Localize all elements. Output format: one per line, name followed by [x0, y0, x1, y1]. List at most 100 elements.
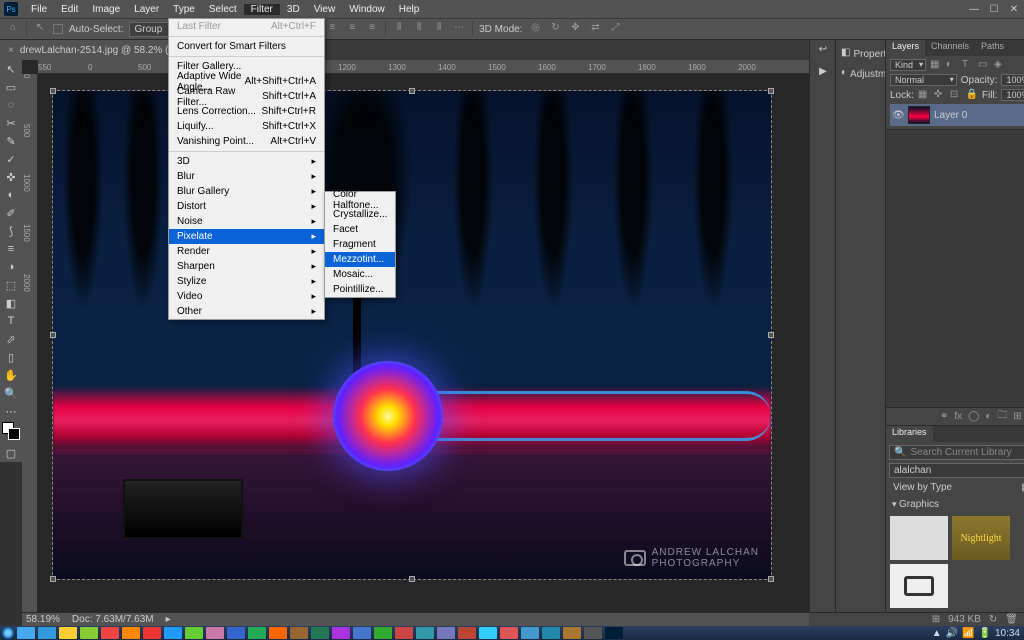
- taskbar-app[interactable]: [311, 627, 329, 639]
- doc-close-icon[interactable]: ×: [8, 45, 14, 56]
- tool-stamp[interactable]: ◐: [0, 186, 22, 204]
- taskbar-app[interactable]: [269, 627, 287, 639]
- tool-lasso[interactable]: ◌: [0, 96, 22, 114]
- pixelate-color-halftone[interactable]: Color Halftone...: [325, 192, 395, 207]
- transform-handle[interactable]: [768, 332, 774, 338]
- opacity-value[interactable]: 100%: [1001, 74, 1024, 86]
- taskbar-app[interactable]: [584, 627, 602, 639]
- taskbar-app[interactable]: [80, 627, 98, 639]
- menu-image[interactable]: Image: [85, 4, 127, 15]
- transform-handle[interactable]: [768, 576, 774, 582]
- filter-sub-sharpen[interactable]: Sharpen: [169, 259, 324, 274]
- taskbar-app[interactable]: [542, 627, 560, 639]
- distribute-icon-3[interactable]: ⦀: [432, 22, 446, 36]
- tool-crop[interactable]: ✂: [0, 114, 22, 132]
- tool-eraser[interactable]: ⟆: [0, 222, 22, 240]
- tray-icon[interactable]: 🔋: [979, 628, 991, 639]
- tool-brush[interactable]: ✜: [0, 168, 22, 186]
- filter-type-icon[interactable]: T: [962, 59, 974, 71]
- taskbar-app[interactable]: [374, 627, 392, 639]
- taskbar-app[interactable]: [353, 627, 371, 639]
- taskbar-app[interactable]: [563, 627, 581, 639]
- taskbar-app[interactable]: [59, 627, 77, 639]
- adjustment-layer-icon[interactable]: ◐: [985, 411, 991, 422]
- auto-select-checkbox[interactable]: [53, 24, 63, 34]
- taskbar-app[interactable]: [332, 627, 350, 639]
- taskbar-app[interactable]: [521, 627, 539, 639]
- taskbar-app[interactable]: [479, 627, 497, 639]
- link-layers-icon[interactable]: ⚭: [940, 411, 948, 422]
- visibility-icon[interactable]: 👁: [892, 110, 904, 121]
- tray-icon[interactable]: 📶: [962, 628, 974, 639]
- taskbar-app[interactable]: [38, 627, 56, 639]
- transform-handle[interactable]: [409, 576, 415, 582]
- taskbar-app[interactable]: [185, 627, 203, 639]
- quickmask-icon[interactable]: ▢: [0, 444, 22, 462]
- system-tray[interactable]: ▲ 🔊 📶 🔋 10:34: [932, 628, 1024, 639]
- filter-sub-pixelate[interactable]: Pixelate: [169, 229, 324, 244]
- menu-type[interactable]: Type: [166, 4, 202, 15]
- add-asset-icon[interactable]: ⊞: [932, 614, 940, 625]
- taskbar-app[interactable]: [101, 627, 119, 639]
- layer-thumbnail[interactable]: [908, 106, 930, 124]
- mask-icon[interactable]: ◯: [968, 411, 979, 422]
- zoom-value[interactable]: 58.19%: [26, 614, 60, 625]
- tray-icon[interactable]: ▲: [932, 628, 942, 639]
- lock-artboard-icon[interactable]: ⊡: [950, 89, 962, 101]
- canvas[interactable]: ANDREW LALCHANPHOTOGRAPHY: [52, 90, 772, 580]
- tool-gradient[interactable]: ≡: [0, 240, 22, 258]
- 3d-zoom-icon[interactable]: ⤢: [608, 22, 622, 36]
- library-group[interactable]: ▾ Graphics: [886, 497, 1024, 512]
- tray-icon[interactable]: 🔊: [946, 628, 958, 639]
- filter-adjust-icon[interactable]: ◐: [946, 59, 958, 71]
- menu-filter[interactable]: Filter: [244, 4, 280, 15]
- app-close[interactable]: ✕: [1004, 4, 1024, 15]
- taskbar-photoshop[interactable]: [605, 627, 623, 639]
- taskbar-app[interactable]: [227, 627, 245, 639]
- filter-sub-stylize[interactable]: Stylize: [169, 274, 324, 289]
- fx-icon[interactable]: fx: [954, 411, 962, 422]
- filter-smart[interactable]: Convert for Smart Filters: [169, 39, 324, 54]
- layer-row[interactable]: 👁 Layer 0: [890, 104, 1024, 126]
- tool-history[interactable]: ✐: [0, 204, 22, 222]
- filter-lens[interactable]: Lens Correction...Shift+Ctrl+R: [169, 104, 324, 119]
- filter-sub-3d[interactable]: 3D: [169, 154, 324, 169]
- tool-blur[interactable]: ◑: [0, 258, 22, 276]
- library-asset[interactable]: [890, 564, 948, 608]
- tool-heal[interactable]: ✓: [0, 150, 22, 168]
- filter-craw[interactable]: Camera Raw Filter...Shift+Ctrl+A: [169, 89, 324, 104]
- doc-size[interactable]: Doc: 7.63M/7.63M: [72, 614, 154, 625]
- transform-handle[interactable]: [50, 576, 56, 582]
- menu-file[interactable]: File: [24, 4, 54, 15]
- filter-vanishing[interactable]: Vanishing Point...Alt+Ctrl+V: [169, 134, 324, 149]
- menu-3d[interactable]: 3D: [280, 4, 307, 15]
- tab-layers[interactable]: Layers: [886, 40, 925, 56]
- taskbar-app[interactable]: [290, 627, 308, 639]
- tool-path[interactable]: ⬀: [0, 330, 22, 348]
- new-layer-icon[interactable]: ⊞: [1013, 411, 1021, 422]
- properties-panel-tab[interactable]: ◧Properties: [836, 44, 885, 64]
- fg-bg-colors[interactable]: [0, 420, 22, 444]
- group-icon[interactable]: 🗀: [997, 408, 1007, 425]
- menu-edit[interactable]: Edit: [54, 4, 85, 15]
- home-icon[interactable]: ⌂: [6, 22, 20, 36]
- taskbar-app[interactable]: [248, 627, 266, 639]
- menu-help[interactable]: Help: [392, 4, 427, 15]
- filter-smart-icon[interactable]: ◈: [994, 59, 1006, 71]
- library-search[interactable]: 🔍 Search Current Library ▾: [889, 445, 1024, 460]
- taskbar-app[interactable]: [122, 627, 140, 639]
- adjustments-panel-tab[interactable]: ◐Adjustments: [836, 64, 885, 84]
- tool-marquee[interactable]: ▭: [0, 78, 22, 96]
- tool-edit-toolbar[interactable]: ⋯: [0, 402, 22, 420]
- tool-zoom[interactable]: 🔍: [0, 384, 22, 402]
- filter-sub-render[interactable]: Render: [169, 244, 324, 259]
- filter-sub-video[interactable]: Video: [169, 289, 324, 304]
- pixelate-facet[interactable]: Facet: [325, 222, 395, 237]
- history-panel-icon[interactable]: ↩: [810, 40, 836, 62]
- 3d-orbit-icon[interactable]: ◎: [528, 22, 542, 36]
- tab-paths[interactable]: Paths: [975, 40, 1010, 56]
- app-minimize[interactable]: —: [964, 4, 984, 15]
- taskbar-app[interactable]: [395, 627, 413, 639]
- pixelate-crystallize[interactable]: Crystallize...: [325, 207, 395, 222]
- align-icon-3[interactable]: ≡: [365, 22, 379, 36]
